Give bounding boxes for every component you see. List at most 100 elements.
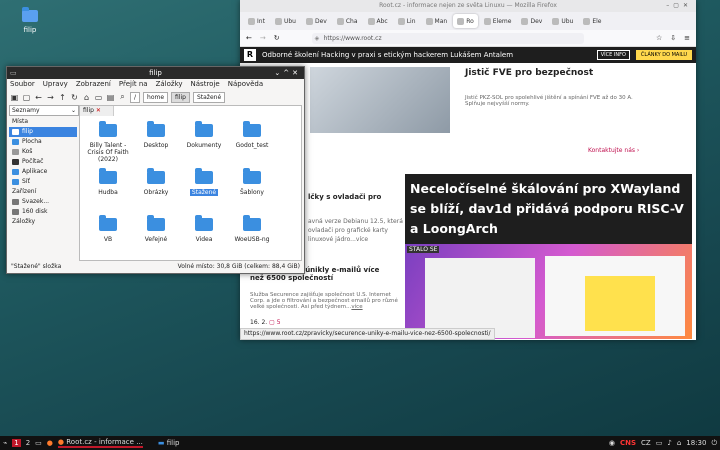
ad-title[interactable]: Jistič FVE pro bezpečnost <box>465 68 593 78</box>
drive-icon[interactable]: ▤ <box>106 93 115 102</box>
keyboard-layout[interactable]: CZ <box>641 439 651 447</box>
computer-icon[interactable]: ▭ <box>94 93 103 102</box>
file-item[interactable]: WoeUSB-ng <box>229 215 275 243</box>
home-icon[interactable]: ⌂ <box>82 93 91 102</box>
up-icon[interactable]: ↑ <box>58 93 67 102</box>
page-content: R Odborné školení Hacking v praxi s etic… <box>240 47 696 340</box>
file-item-label: Stažené <box>189 189 219 196</box>
back-icon[interactable]: ← <box>246 34 252 42</box>
place-trash[interactable]: Koš <box>9 147 77 157</box>
device-volume[interactable]: Svazek... <box>9 197 77 207</box>
left-article-title[interactable]: lčky s ovladači pro <box>308 193 381 201</box>
device-disk[interactable]: 160 disk <box>9 207 77 217</box>
place-computer[interactable]: Počítač <box>9 157 77 167</box>
root-logo[interactable]: R <box>244 49 256 61</box>
place-apps[interactable]: Aplikace <box>9 167 77 177</box>
search-icon[interactable]: ⌕ <box>118 92 127 102</box>
menu-item[interactable]: Nástroje <box>191 79 220 90</box>
workspace-2[interactable]: 2 <box>26 439 30 447</box>
crumb-downloads[interactable]: Stažené <box>192 91 226 103</box>
more-info-button[interactable]: VÍCE INFO <box>596 50 630 60</box>
browser-tab[interactable]: Dev <box>517 14 546 28</box>
desktop-icon-filip[interactable]: filip <box>12 7 48 34</box>
crumb-filip[interactable]: filip <box>171 91 190 103</box>
tab-label: Eleme <box>492 17 512 25</box>
workspace-1[interactable]: 1 <box>12 439 21 447</box>
new-window-icon[interactable]: ▢ <box>22 93 31 102</box>
task-files[interactable]: ▬ filip <box>158 439 180 447</box>
file-item-label: Desktop <box>143 142 169 149</box>
place-network[interactable]: Síť <box>9 177 77 187</box>
menu-item[interactable]: Nápověda <box>228 79 263 90</box>
favicon-icon <box>457 17 465 25</box>
file-item[interactable]: Godot_test <box>229 121 275 149</box>
back-icon[interactable]: ← <box>34 93 43 102</box>
show-desktop-icon[interactable]: ▭ <box>35 439 42 447</box>
volume-icon[interactable]: ♪ <box>667 439 671 447</box>
new-tab-icon[interactable]: ▣ <box>10 93 19 102</box>
browser-tab[interactable]: Lin <box>394 14 420 28</box>
file-item[interactable]: VB <box>85 215 131 243</box>
location-toggle[interactable]: / <box>130 91 141 103</box>
file-item[interactable]: Billy Talent - Crisis Of Faith (2022) <box>85 121 131 163</box>
browser-tab[interactable]: Abc <box>364 14 392 28</box>
menu-item[interactable]: Upravy <box>43 79 68 90</box>
reload-icon[interactable]: ↻ <box>274 34 280 42</box>
display-icon[interactable]: ▭ <box>656 439 663 447</box>
file-item[interactable]: Dokumenty <box>181 121 227 149</box>
file-manager-window[interactable]: ▭ filip ⌄^✕ Soubor Upravy Zobrazení Přejít … <box>6 66 305 274</box>
tab-filip[interactable]: filip ✕ <box>80 106 114 116</box>
banner-text[interactable]: Odborné školení Hacking v praxi s etický… <box>262 51 513 59</box>
forward-icon[interactable]: → <box>260 34 266 42</box>
file-item[interactable]: Hudba <box>85 168 131 196</box>
ad-text: Jistič PKZ-SOL pro spolehlivé jištění a … <box>465 95 633 107</box>
url-bar[interactable]: ◈ https://www.root.cz <box>311 32 584 44</box>
crumb-home[interactable]: home <box>143 91 169 103</box>
file-item[interactable]: Videa <box>181 215 227 243</box>
forward-icon[interactable]: → <box>46 93 55 102</box>
place-desktop[interactable]: Plocha <box>9 137 77 147</box>
browser-tab[interactable]: Int <box>244 14 269 28</box>
firefox-launcher-icon[interactable]: ● <box>47 439 53 447</box>
power-icon[interactable]: ⏻ <box>711 439 720 448</box>
menu-icon[interactable]: ≡ <box>684 34 690 42</box>
window-controls[interactable]: –▢✕ <box>666 0 692 12</box>
star-icon[interactable]: ☆ <box>656 34 662 42</box>
browser-tab[interactable]: Ro <box>453 14 478 28</box>
menu-item[interactable]: Záložky <box>156 79 183 90</box>
file-item[interactable]: Stažené <box>181 168 227 196</box>
file-view[interactable]: filip ✕ Billy Talent - Crisis Of Faith (… <box>79 105 302 261</box>
file-item[interactable]: Obrázky <box>133 168 179 196</box>
contact-link[interactable]: Kontaktujte nás › <box>588 147 639 154</box>
chrome-tray-icon[interactable]: ◉ <box>609 439 615 447</box>
ad-image[interactable] <box>310 67 450 133</box>
network-icon[interactable]: ⌂ <box>677 439 681 447</box>
browser-tab[interactable]: Man <box>422 14 452 28</box>
browser-tab[interactable]: Ubu <box>548 14 577 28</box>
window-controls[interactable]: ⌄^✕ <box>274 67 301 79</box>
app-menu-icon[interactable]: ⌁ <box>3 439 7 447</box>
menu-item[interactable]: Soubor <box>10 79 35 90</box>
firefox-window[interactable]: Root.cz - informace nejen ze světa Linux… <box>240 0 696 340</box>
browser-tab[interactable]: Ubu <box>271 14 300 28</box>
file-item[interactable]: Desktop <box>133 121 179 149</box>
download-icon[interactable]: ⇩ <box>670 34 676 42</box>
browser-tab[interactable]: Ele <box>579 14 605 28</box>
articles-mail-button[interactable]: ČLÁNKY DO MAILU <box>635 50 692 60</box>
place-filip[interactable]: filip <box>9 127 77 137</box>
menu-item[interactable]: Přejít na <box>119 79 148 90</box>
file-item[interactable]: Šablony <box>229 168 275 196</box>
task-firefox[interactable]: ● Root.cz - informace ... <box>57 438 143 448</box>
side-pane-select[interactable]: Seznamy ⌄ <box>9 105 79 116</box>
cns-tray-icon[interactable]: CNS <box>620 439 636 447</box>
browser-tab[interactable]: Dev <box>302 14 331 28</box>
clock[interactable]: 18:30 <box>686 439 706 447</box>
file-item[interactable]: Veřejné <box>133 215 179 243</box>
browser-tab[interactable]: Eleme <box>480 14 516 28</box>
main-article-title[interactable]: Neceločíselné škálování pro XWayland se … <box>405 174 692 244</box>
folder-icon <box>243 215 261 231</box>
menu-item[interactable]: Zobrazení <box>76 79 111 90</box>
reload-icon[interactable]: ↻ <box>70 93 79 102</box>
browser-tab[interactable]: Cha <box>333 14 362 28</box>
article-screenshot[interactable]: STALO SE <box>405 244 692 339</box>
